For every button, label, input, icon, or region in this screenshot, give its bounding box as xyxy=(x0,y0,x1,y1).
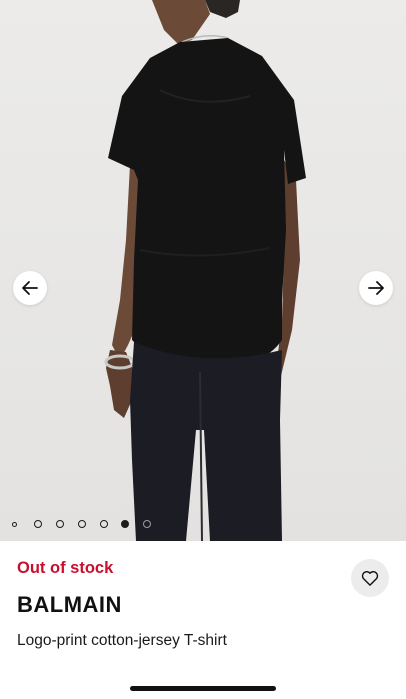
carousel-dot[interactable] xyxy=(143,520,151,528)
product-image-gallery[interactable] xyxy=(0,0,406,541)
product-name: Logo-print cotton-jersey T-shirt xyxy=(17,632,227,649)
carousel-dot[interactable] xyxy=(78,520,86,528)
product-info: Out of stock BALMAIN Logo-print cotton-j… xyxy=(0,541,406,699)
stock-status: Out of stock xyxy=(17,559,114,577)
carousel-dot[interactable] xyxy=(56,520,64,528)
arrow-left-icon xyxy=(22,281,38,295)
carousel-dot[interactable] xyxy=(100,520,108,528)
carousel-dot-active[interactable] xyxy=(121,520,129,528)
product-photo xyxy=(104,0,306,541)
home-indicator[interactable] xyxy=(130,686,276,691)
brand-name[interactable]: BALMAIN xyxy=(17,592,122,618)
arrow-right-icon xyxy=(368,281,384,295)
previous-image-button[interactable] xyxy=(13,271,47,305)
carousel-dot[interactable] xyxy=(34,520,42,528)
heart-outline-icon xyxy=(361,571,379,586)
carousel-dot[interactable] xyxy=(12,521,17,527)
next-image-button[interactable] xyxy=(359,271,393,305)
wishlist-button[interactable] xyxy=(351,559,389,597)
carousel-pagination xyxy=(0,518,406,530)
